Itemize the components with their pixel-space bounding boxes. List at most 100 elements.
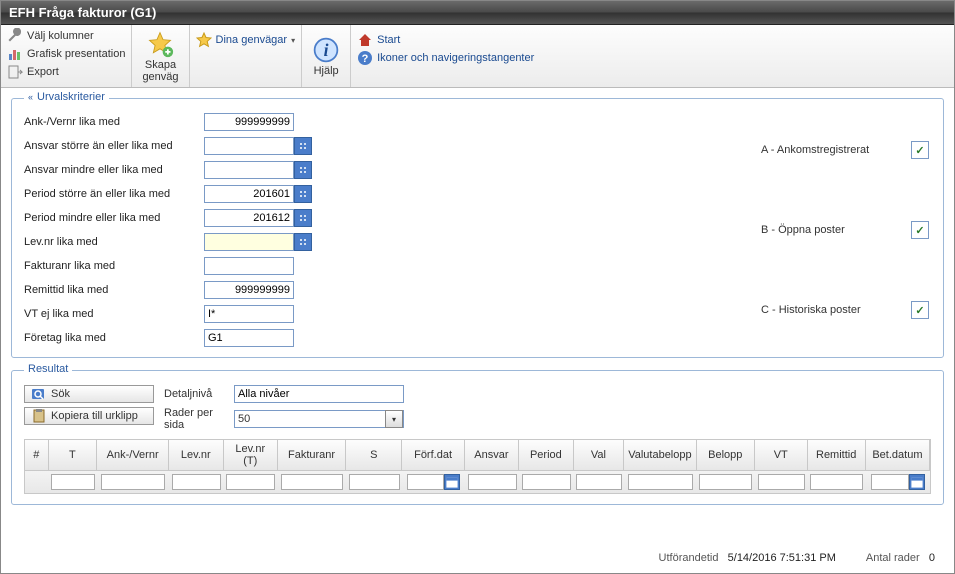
checkbox[interactable]: ✓	[911, 301, 929, 319]
criteria-legend-text: Urvalskriterier	[37, 91, 105, 103]
col-num[interactable]: #	[25, 440, 49, 470]
filter-period[interactable]	[522, 474, 571, 490]
check-label: B - Öppna poster	[761, 224, 911, 236]
row-count-label: Antal rader	[866, 552, 920, 564]
check-label: A - Ankomstregistrerat	[761, 144, 911, 156]
detail-level-input[interactable]	[234, 385, 404, 403]
star-icon	[196, 32, 212, 48]
criteria-grid: Ank-/Vernr lika medAnsvar större än elle…	[24, 113, 312, 347]
your-shortcuts-button[interactable]: Dina genvägar ▾	[196, 31, 296, 49]
criteria-label: Företag lika med	[24, 332, 204, 344]
criteria-input[interactable]	[204, 233, 294, 251]
col-ansvar[interactable]: Ansvar	[465, 440, 519, 470]
criteria-input[interactable]	[204, 305, 294, 323]
filter-lev[interactable]	[172, 474, 221, 490]
checkbox[interactable]: ✓	[911, 221, 929, 239]
detail-level-label: Detaljnivå	[164, 388, 234, 400]
criteria-label: Remittid lika med	[24, 284, 204, 296]
criteria-label: VT ej lika med	[24, 308, 204, 320]
filter-ford[interactable]	[407, 474, 444, 490]
icons-nav-label: Ikoner och navigeringstangenter	[377, 52, 534, 64]
result-legend-text: Resultat	[28, 363, 68, 375]
home-icon	[357, 32, 373, 48]
criteria-input[interactable]	[204, 257, 294, 275]
filter-valb[interactable]	[628, 474, 693, 490]
filter-levt[interactable]	[226, 474, 275, 490]
copy-clipboard-button[interactable]: Kopiera till urklipp	[24, 407, 154, 425]
filter-ansvar[interactable]	[468, 474, 517, 490]
criteria-input[interactable]	[204, 137, 294, 155]
svg-text:?: ?	[362, 53, 369, 65]
your-shortcuts-label: Dina genvägar	[216, 34, 288, 46]
calendar-icon[interactable]	[444, 474, 460, 490]
help-label: Hjälp	[314, 65, 339, 77]
rows-per-page-select[interactable]: 50 ▾	[234, 410, 404, 428]
tool-group-view: Välj kolumner Grafisk presentation Expor…	[1, 25, 132, 87]
col-fak[interactable]: Fakturanr	[278, 440, 346, 470]
calendar-icon[interactable]	[909, 474, 925, 490]
shortcuts-group: Dina genvägar ▾	[190, 25, 303, 87]
choose-columns-button[interactable]: Välj kolumner	[7, 27, 125, 45]
exec-time-value: 5/14/2016 7:51:31 PM	[728, 552, 836, 564]
export-button[interactable]: Export	[7, 63, 125, 81]
clipboard-icon	[31, 408, 47, 424]
grid-filter-row	[24, 471, 931, 494]
check-label: C - Historiska poster	[761, 304, 911, 316]
criteria-input[interactable]	[204, 161, 294, 179]
filter-remit[interactable]	[810, 474, 863, 490]
col-bet[interactable]: Bet.datum	[866, 440, 930, 470]
exec-time-label: Utförandetid	[659, 552, 719, 564]
col-s[interactable]: S	[346, 440, 402, 470]
criteria-input[interactable]	[204, 329, 294, 347]
criteria-input[interactable]	[204, 281, 294, 299]
filter-bet[interactable]	[871, 474, 910, 490]
criteria-input[interactable]	[204, 113, 294, 131]
lookup-button[interactable]	[294, 185, 312, 203]
criteria-fieldset: « Urvalskriterier Ank-/Vernr lika medAns…	[11, 98, 944, 358]
content-area: « Urvalskriterier Ank-/Vernr lika medAns…	[1, 88, 954, 505]
export-label: Export	[27, 66, 59, 78]
start-button[interactable]: Start	[357, 31, 534, 49]
criteria-label: Fakturanr lika med	[24, 260, 204, 272]
lookup-button[interactable]	[294, 209, 312, 227]
window-title: EFH Fråga fakturor (G1)	[1, 1, 954, 25]
col-t[interactable]: T	[49, 440, 98, 470]
criteria-label: Period större än eller lika med	[24, 188, 204, 200]
filter-belopp[interactable]	[699, 474, 752, 490]
checkbox[interactable]: ✓	[911, 141, 929, 159]
col-val[interactable]: Val	[574, 440, 625, 470]
graphic-presentation-button[interactable]: Grafisk presentation	[7, 45, 125, 63]
filter-t[interactable]	[51, 474, 95, 490]
col-period[interactable]: Period	[519, 440, 573, 470]
criteria-input[interactable]	[204, 185, 294, 203]
lookup-button[interactable]	[294, 161, 312, 179]
criteria-label: Ansvar större än eller lika med	[24, 140, 204, 152]
help-button[interactable]: i Hjälp	[302, 25, 351, 87]
criteria-label: Lev.nr lika med	[24, 236, 204, 248]
col-valb[interactable]: Valutabelopp	[624, 440, 696, 470]
filter-vt[interactable]	[758, 474, 805, 490]
result-fieldset: Resultat Sök Kopiera till urklipp D	[11, 370, 944, 505]
lookup-button[interactable]	[294, 137, 312, 155]
nav-group: Start ? Ikoner och navigeringstangenter	[351, 25, 540, 87]
criteria-legend[interactable]: « Urvalskriterier	[24, 91, 109, 103]
col-ank[interactable]: Ank-/Vernr	[97, 440, 169, 470]
col-levt[interactable]: Lev.nr (T)	[224, 440, 278, 470]
search-button[interactable]: Sök	[24, 385, 154, 403]
filter-ank[interactable]	[101, 474, 166, 490]
choose-columns-label: Välj kolumner	[27, 30, 94, 42]
result-grid: # T Ank-/Vernr Lev.nr Lev.nr (T) Faktura…	[24, 439, 931, 494]
col-belopp[interactable]: Belopp	[697, 440, 755, 470]
icons-nav-button[interactable]: ? Ikoner och navigeringstangenter	[357, 49, 534, 67]
filter-val[interactable]	[576, 474, 622, 490]
filter-fak[interactable]	[281, 474, 342, 490]
row-count-value: 0	[929, 552, 935, 564]
col-remit[interactable]: Remittid	[808, 440, 866, 470]
col-vt[interactable]: VT	[755, 440, 808, 470]
lookup-button[interactable]	[294, 233, 312, 251]
criteria-input[interactable]	[204, 209, 294, 227]
col-lev[interactable]: Lev.nr	[169, 440, 223, 470]
create-shortcut-button[interactable]: Skapa genväg	[132, 25, 189, 87]
filter-s[interactable]	[349, 474, 400, 490]
col-ford[interactable]: Förf.dat	[402, 440, 464, 470]
